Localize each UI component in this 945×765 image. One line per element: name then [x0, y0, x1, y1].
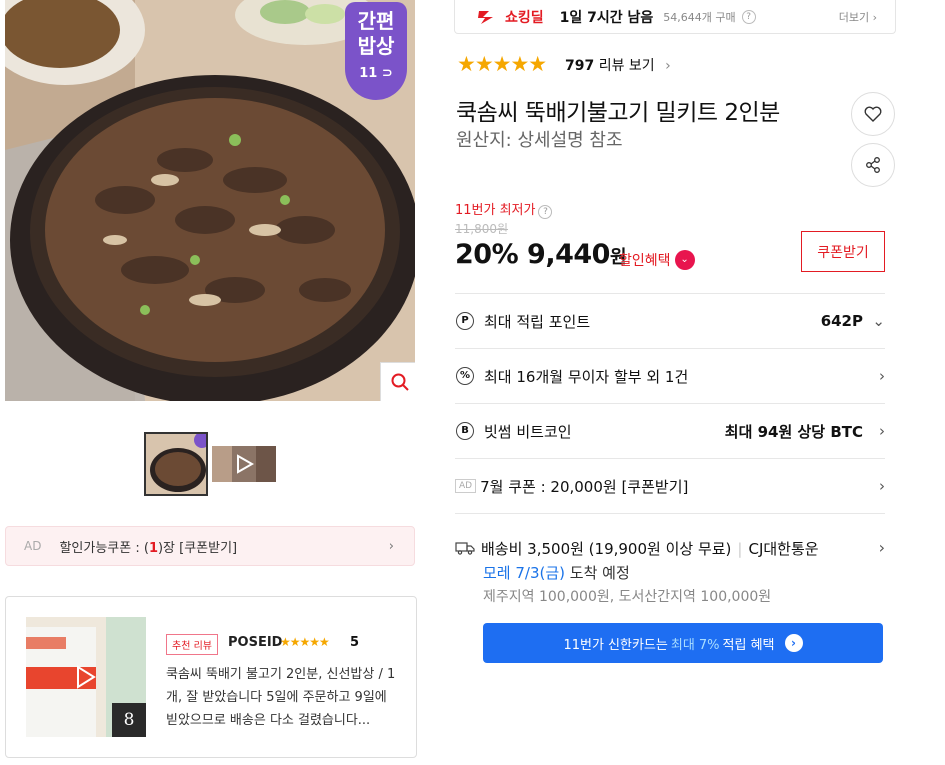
review-link-label: 리뷰 보기: [598, 58, 655, 74]
coupon-count: 1: [148, 540, 158, 556]
gallery-column: 간편 밥상 11 ⊃ AD 할인가능쿠폰 : (1)장 [쿠폰받기] › 8 추…: [0, 0, 440, 765]
point-icon: P: [456, 312, 474, 330]
product-origin: 원산지: 상세설명 참조: [456, 130, 623, 151]
coupon-text-pre: 할인가능쿠폰 : (: [59, 540, 149, 556]
benefit-row-coupon[interactable]: AD 7월 쿠폰 : 20,000원 [쿠폰받기] ›: [455, 458, 885, 513]
more-link[interactable]: 더보기 ›: [839, 9, 877, 25]
extra-shipping-fee: 제주지역 100,000원, 도서산간지역 100,000원: [483, 589, 772, 605]
shinhan-card-banner[interactable]: 11번가 신한카드는 최대 7% 적립 혜택 ›: [483, 623, 883, 663]
more-link-label: 더보기: [838, 10, 870, 24]
chevron-down-icon: ⌄: [674, 250, 695, 270]
banner-highlight: 최대 7%: [670, 637, 720, 653]
lowest-price-text: 11번가 최저가: [455, 203, 536, 218]
chevron-right-icon: ›: [879, 477, 885, 495]
review-count: 797: [565, 58, 595, 74]
benefit-label: 7월 쿠폰 : 20,000원 [쿠폰받기]: [480, 477, 689, 496]
chevron-right-icon: ›: [879, 422, 885, 440]
shipping-fee: 배송비 3,500원 (19,900원 이상 무료): [481, 540, 732, 558]
rating-stars: ★★★★★: [457, 52, 547, 76]
coupon-text: 할인가능쿠폰 : (1)장 [쿠폰받기]: [59, 537, 237, 556]
banner-text-pre: 11번가 신한카드는: [563, 637, 668, 653]
reviewer-name: POSEID: [228, 635, 283, 650]
review-text: 쿡솜씨 뚝배기 불고기 2인분, 신선밥상 / 1개, 잘 받았습니다 5일에 …: [166, 667, 396, 728]
help-icon[interactable]: ?: [538, 205, 553, 219]
arrival-suffix: 도착 예정: [565, 564, 630, 582]
thumbnail-photo[interactable]: [144, 432, 208, 496]
discount-benefit-link[interactable]: 할인혜택 ⌄: [619, 250, 695, 270]
share-icon: [866, 157, 880, 173]
shocking-deal-icon: [478, 10, 493, 24]
chevron-right-icon: ›: [878, 538, 885, 557]
get-coupon-button[interactable]: 쿠폰받기: [801, 231, 885, 272]
truck-icon: [455, 542, 475, 555]
review-image[interactable]: 8: [26, 617, 146, 737]
chevron-right-icon: ›: [879, 367, 885, 385]
chevron-right-icon: ›: [388, 539, 394, 554]
badge-brand: 11 ⊃: [345, 61, 407, 86]
share-button[interactable]: [851, 143, 895, 187]
chevron-down-icon: ⌄: [872, 312, 885, 330]
original-price: 11,800원: [455, 222, 509, 236]
sale-price: 20% 9,440원: [455, 239, 627, 270]
percent-icon: %: [456, 367, 474, 385]
benefit-row-points[interactable]: P 최대 적립 포인트 642P ⌄: [455, 293, 885, 348]
magnifier-icon: [391, 373, 409, 391]
badge-brand-text: 11: [359, 66, 378, 81]
discount-benefit-label: 할인혜택: [619, 253, 671, 269]
recommended-review-card[interactable]: 8 추천 리뷰 POSEID ★★★★★ 5 쿡솜씨 뚝배기 불고기 2인분, …: [5, 596, 417, 758]
benefit-value: 최대 94원 상당 BTC: [724, 422, 863, 441]
arrow-right-circle-icon: ›: [784, 634, 803, 652]
benefit-value: 642P: [820, 312, 863, 330]
review-score: 5: [350, 635, 360, 650]
zoom-button[interactable]: [380, 362, 415, 401]
wishlist-button[interactable]: [851, 92, 895, 136]
ad-label: AD: [24, 539, 42, 553]
review-stars: ★★★★★: [280, 635, 330, 649]
deal-buyer-count: 54,644개 구매: [663, 10, 736, 24]
deal-time-left: 1일 7시간 남음: [559, 9, 654, 26]
banner-text-post: 적립 혜택: [722, 637, 775, 653]
benefit-label: 최대 적립 포인트: [484, 312, 591, 331]
product-main-image[interactable]: 간편 밥상 11 ⊃: [5, 0, 415, 401]
coupon-text-post: )장 [쿠폰받기]: [157, 540, 238, 556]
thumbnail-video[interactable]: [212, 446, 276, 482]
discount-rate: 20%: [455, 239, 519, 270]
ad-coupon-bar[interactable]: AD 할인가능쿠폰 : (1)장 [쿠폰받기] ›: [5, 526, 415, 566]
shocking-deal-label: 쇼킹딜: [505, 9, 544, 26]
carrier-name: CJ대한통운: [748, 540, 819, 558]
review-image-count: 8: [112, 703, 146, 737]
divider: |: [737, 540, 743, 558]
brand-arrow-icon: ⊃: [381, 66, 393, 81]
shocking-deal-bar[interactable]: 쇼킹딜 1일 7시간 남음 54,644개 구매 ? 더보기 ›: [454, 0, 896, 34]
ad-label: AD: [455, 479, 477, 493]
benefit-label: 최대 16개월 무이자 할부 외 1건: [484, 367, 689, 386]
bitcoin-icon: B: [456, 422, 474, 440]
arrival-estimate: 모레 7/3(금) 도착 예정: [483, 562, 630, 583]
lowest-price-label: 11번가 최저가?: [455, 199, 553, 219]
benefit-row-bitcoin[interactable]: B 빗썸 비트코인 최대 94원 상당 BTC ›: [455, 403, 885, 458]
recommended-review-tag: 추천 리뷰: [166, 634, 218, 655]
shipping-info[interactable]: 배송비 3,500원 (19,900원 이상 무료) | CJ대한통운 모레 7/3…: [455, 513, 885, 613]
badge-line1: 간편: [357, 9, 395, 33]
benefit-row-installment[interactable]: % 최대 16개월 무이자 할부 외 1건 ›: [455, 348, 885, 403]
thumbnail-image: [146, 434, 206, 494]
chevron-right-icon: ›: [665, 58, 671, 74]
product-info-column: 쇼킹딜 1일 7시간 남음 54,644개 구매 ? 더보기 › ★★★★★ 7…: [440, 0, 945, 765]
review-link[interactable]: 797 리뷰 보기 ›: [565, 55, 671, 75]
help-icon[interactable]: ?: [741, 9, 756, 24]
heart-icon: [864, 106, 882, 122]
video-thumbnail-image: [212, 446, 276, 482]
badge-line2: 밥상: [357, 34, 395, 58]
benefit-label: 빗썸 비트코인: [484, 422, 572, 441]
category-badge: 간편 밥상 11 ⊃: [345, 2, 407, 100]
price-value: 9,440: [527, 239, 610, 270]
arrival-date: 모레 7/3(금): [483, 564, 566, 582]
product-title: 쿡솜씨 뚝배기불고기 밀키트 2인분: [456, 100, 780, 126]
shipping-fee-line: 배송비 3,500원 (19,900원 이상 무료) | CJ대한통운: [455, 538, 819, 559]
